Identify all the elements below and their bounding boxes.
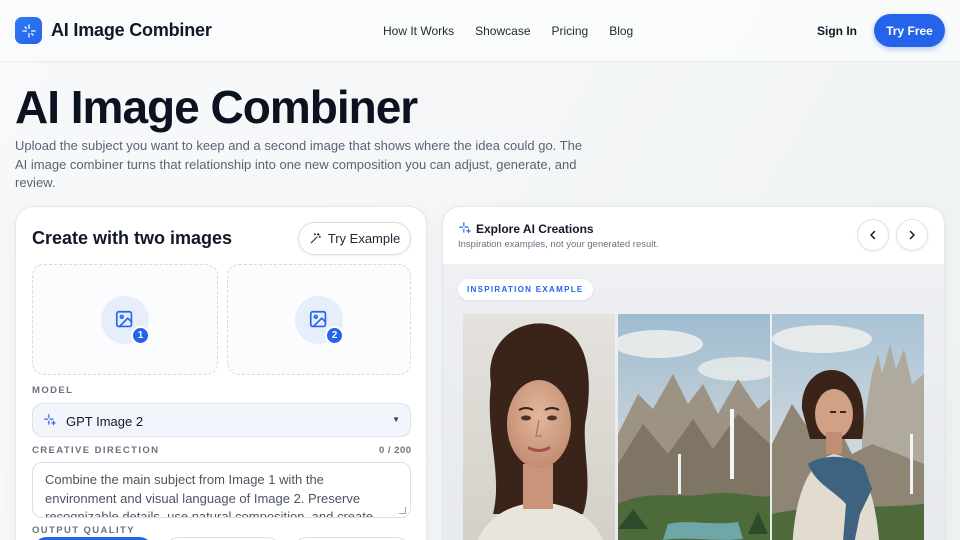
image-2-dropzone[interactable]: 2: [227, 264, 411, 375]
explore-title: Explore AI Creations: [476, 222, 594, 236]
explore-panel: Explore AI Creations Inspiration example…: [442, 206, 945, 540]
model-value: GPT Image 2: [66, 414, 144, 429]
explore-subtitle: Inspiration examples, not your generated…: [458, 239, 659, 250]
nav-link-how-it-works[interactable]: How It Works: [383, 24, 454, 38]
resize-handle[interactable]: [399, 507, 406, 514]
try-example-label: Try Example: [327, 231, 401, 246]
sparkle-icon: [459, 222, 471, 234]
brand-name[interactable]: AI Image Combiner: [51, 20, 212, 41]
nav-link-showcase[interactable]: Showcase: [475, 24, 530, 38]
creative-direction-label: CREATIVE DIRECTION: [32, 445, 160, 456]
sparkle-logo-icon[interactable]: [15, 17, 42, 44]
previous-button[interactable]: [857, 219, 889, 251]
example-environment-image[interactable]: [618, 314, 770, 540]
try-free-button[interactable]: Try Free: [874, 14, 945, 47]
output-quality-label: OUTPUT QUALITY: [32, 525, 135, 536]
inspiration-badge: INSPIRATION EXAMPLE: [458, 279, 593, 300]
nav-link-pricing[interactable]: Pricing: [552, 24, 589, 38]
inspiration-gallery: INSPIRATION EXAMPLE: [443, 264, 944, 540]
sparkle-icon: [44, 414, 56, 426]
image-upload-icon: 2: [295, 296, 344, 345]
image-1-dropzone[interactable]: 1: [32, 264, 218, 375]
magic-wand-icon: [310, 233, 321, 244]
page-title: AI Image Combiner: [15, 81, 418, 133]
image-1-badge: 1: [131, 326, 150, 345]
next-button[interactable]: [896, 219, 928, 251]
create-panel: Create with two images Try Example 1 2 M…: [15, 206, 427, 540]
sign-in-link[interactable]: Sign In: [817, 24, 857, 38]
top-nav: AI Image Combiner How It Works Showcase …: [0, 0, 960, 62]
model-select[interactable]: GPT Image 2 ▼: [32, 403, 411, 437]
nav-links: How It Works Showcase Pricing Blog: [383, 24, 654, 38]
character-counter: 0 / 200: [379, 445, 412, 456]
create-panel-title: Create with two images: [32, 228, 233, 248]
try-example-button[interactable]: Try Example: [298, 222, 411, 255]
chevron-right-icon: [909, 230, 915, 240]
nav-link-blog[interactable]: Blog: [609, 24, 633, 38]
image-upload-icon: 1: [101, 296, 150, 345]
chevron-left-icon: [870, 230, 876, 240]
caret-down-icon: ▼: [392, 415, 400, 424]
creative-direction-placeholder: Combine the main subject from Image 1 wi…: [45, 472, 374, 518]
page-subtitle: Upload the subject you want to keep and …: [15, 138, 583, 190]
creative-direction-textarea[interactable]: Combine the main subject from Image 1 wi…: [32, 462, 411, 518]
example-combined-image[interactable]: [772, 314, 924, 540]
image-2-badge: 2: [325, 326, 344, 345]
example-subject-image[interactable]: [463, 314, 615, 540]
model-label: MODEL: [32, 385, 74, 396]
